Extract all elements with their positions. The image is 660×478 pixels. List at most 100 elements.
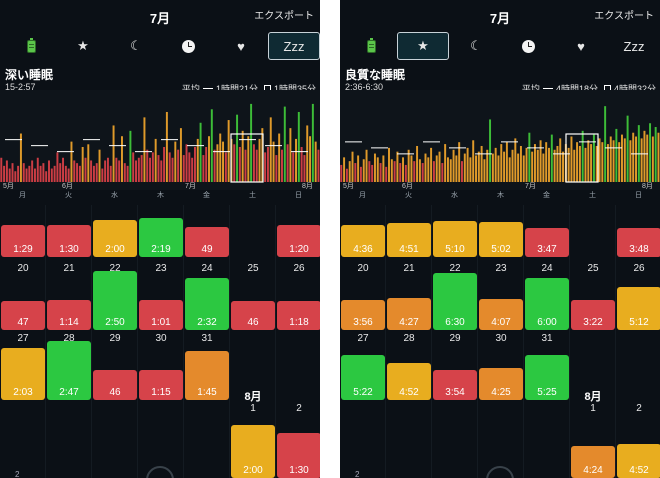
chart-bar [70, 141, 73, 182]
day-cell-value: 2:32 [197, 317, 217, 328]
day-cell[interactable]: 2:00 [231, 425, 275, 478]
day-cell[interactable]: 1:30 [277, 433, 320, 478]
day-cell[interactable]: 47 [1, 301, 45, 330]
day-cell[interactable]: 1:45 [185, 351, 229, 400]
chart-bar [205, 146, 208, 182]
day-cell[interactable]: 2:50 [93, 271, 137, 330]
day-cell[interactable]: 5:10 [433, 221, 477, 257]
day-cell-value: 3:22 [583, 317, 603, 328]
tab-zzz[interactable]: Zzz [268, 32, 320, 60]
tab-star[interactable]: ★ [57, 32, 109, 60]
chart-bar [590, 144, 593, 182]
day-cell[interactable]: 4:25 [479, 368, 523, 400]
day-cell[interactable]: 4:51 [387, 223, 431, 257]
day-cell[interactable]: 2:47 [47, 341, 91, 400]
day-cell[interactable]: 5:02 [479, 222, 523, 257]
day-cell[interactable]: 1:15 [139, 370, 183, 400]
chart-bar [351, 151, 354, 182]
weekday-label: 火 [405, 192, 412, 199]
tab-moon[interactable]: ☾ [450, 32, 502, 60]
day-cell[interactable]: 4:52 [617, 444, 660, 478]
chart-bar [289, 128, 292, 182]
chart-bar [570, 136, 573, 182]
chart-bar [455, 155, 458, 182]
axis-month-label: 6月 [62, 182, 73, 190]
weekday-label: 金 [543, 192, 550, 199]
day-cell[interactable]: 3:54 [433, 370, 477, 400]
day-cell[interactable]: 5:25 [525, 355, 569, 400]
tab-heart[interactable]: ♥ [555, 32, 607, 60]
chart-bar [651, 136, 654, 182]
day-cell-value: 4:51 [399, 244, 419, 255]
clock-icon [181, 39, 195, 53]
export-button[interactable]: エクスポート [254, 7, 314, 22]
export-button[interactable]: エクスポート [594, 7, 654, 22]
day-cell[interactable]: 5:12 [617, 287, 660, 330]
next-month-label: 8月 [244, 391, 262, 403]
tab-star[interactable]: ★ [397, 32, 449, 60]
chart-bar [216, 144, 219, 182]
chart-bar [418, 159, 421, 182]
day-cell[interactable]: 2:03 [1, 348, 45, 400]
quality-sleep-panel: 7月 エクスポート ★ ☾ ♥ Zzz 良質な睡眠 2:36-6:30 平均 4時間18分 4時間3… [340, 0, 660, 478]
day-cell[interactable]: 3:48 [617, 228, 660, 257]
day-cell[interactable]: 1:30 [47, 225, 91, 257]
day-cell[interactable]: 2:19 [139, 218, 183, 257]
chart-bar [416, 145, 419, 182]
day-number: 2 [296, 403, 302, 414]
tab-moon[interactable]: ☾ [110, 32, 162, 60]
day-number: 20 [357, 263, 369, 274]
day-cell[interactable]: 2:32 [185, 278, 229, 330]
chart-bar [438, 151, 441, 182]
chart-bar [556, 145, 559, 182]
chart-bar [494, 147, 497, 182]
day-number: 23 [155, 263, 167, 274]
day-cell[interactable]: 1:01 [139, 300, 183, 330]
day-cell-value: 46 [247, 317, 259, 328]
chart-bar [621, 134, 623, 182]
day-cell[interactable]: 49 [185, 227, 229, 257]
tab-heart[interactable]: ♥ [215, 32, 267, 60]
day-cell[interactable]: 6:30 [433, 273, 477, 330]
day-number: 26 [293, 263, 305, 274]
chart-bar [427, 157, 430, 182]
day-cell[interactable]: 4:27 [387, 298, 431, 330]
day-cell[interactable]: 4:07 [479, 299, 523, 330]
chart-bar [101, 168, 104, 182]
tab-battery[interactable] [5, 32, 57, 60]
day-cell[interactable]: 46 [231, 301, 275, 330]
day-cell[interactable]: 3:47 [525, 228, 569, 257]
chart-bar [76, 163, 79, 182]
day-cell[interactable]: 1:29 [1, 225, 45, 257]
day-cell[interactable]: 1:14 [47, 300, 91, 330]
chart-bar [121, 136, 123, 182]
day-cell[interactable]: 1:18 [277, 301, 320, 330]
day-cell-value: 6:00 [537, 317, 557, 328]
chart-bar [90, 160, 93, 182]
day-cell[interactable]: 3:22 [571, 300, 615, 330]
day-cell[interactable]: 2:00 [93, 220, 137, 257]
day-cell[interactable]: 3:56 [341, 300, 385, 330]
day-cell[interactable]: 4:36 [341, 225, 385, 257]
tab-clock[interactable] [162, 32, 214, 60]
day-number: 1 [590, 403, 596, 414]
day-cell[interactable]: 4:52 [387, 363, 431, 400]
chart-bar [281, 149, 283, 182]
day-cell[interactable]: 6:00 [525, 278, 569, 330]
chart-bar [104, 160, 107, 182]
chart-bar [48, 160, 50, 182]
chart-bar [441, 163, 444, 182]
chart-bar [578, 145, 581, 182]
chart-bar [511, 149, 514, 182]
day-number: 21 [63, 263, 75, 274]
chart-bar [548, 147, 550, 182]
day-cell[interactable]: 46 [93, 370, 137, 400]
day-cell[interactable]: 1:20 [277, 225, 320, 257]
chart-bar [413, 161, 416, 182]
tab-zzz[interactable]: Zzz [608, 32, 660, 60]
day-cell[interactable]: 5:22 [341, 355, 385, 400]
tab-clock[interactable] [502, 32, 554, 60]
day-cell-value: 47 [17, 317, 29, 328]
tab-battery[interactable] [345, 32, 397, 60]
day-cell[interactable]: 4:24 [571, 446, 615, 478]
